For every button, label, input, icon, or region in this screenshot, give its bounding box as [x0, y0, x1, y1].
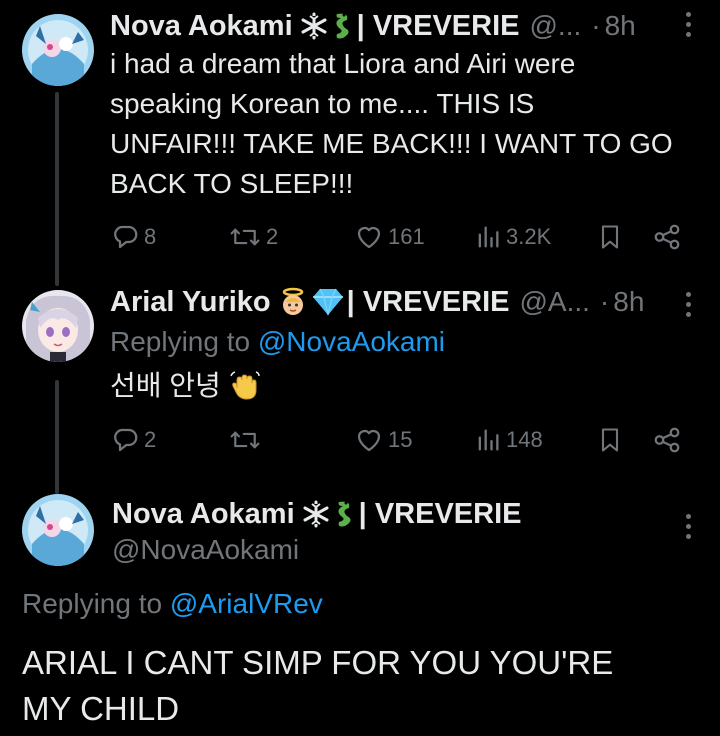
- display-name[interactable]: Arial Yuriko: [110, 286, 271, 319]
- bookmark-icon: [601, 225, 619, 249]
- timestamp[interactable]: 8h: [613, 286, 644, 318]
- dragon-emoji-icon: [333, 498, 357, 530]
- tweet-3-focused[interactable]: Nova Aokami | VREVERIE @NovaAokami Reply…: [0, 480, 720, 736]
- action-bar: 2 15 148: [110, 420, 690, 460]
- replying-to-link[interactable]: @ArialVRev: [170, 588, 323, 619]
- more-options-icon[interactable]: [686, 292, 692, 317]
- separator-dot: ·: [591, 10, 601, 41]
- handle-line: @NovaAokami: [112, 530, 696, 570]
- snowflake-emoji-icon: [299, 11, 329, 41]
- avatar-arial[interactable]: [22, 290, 94, 362]
- handle[interactable]: @NovaAokami: [112, 534, 299, 565]
- like-button[interactable]: 15: [354, 420, 412, 460]
- retweet-count: 2: [266, 224, 279, 249]
- heart-icon: [357, 429, 381, 452]
- timestamp[interactable]: 8h: [605, 10, 636, 42]
- angel-emoji-icon: [277, 286, 309, 318]
- like-button[interactable]: 161: [354, 217, 425, 257]
- more-options-icon[interactable]: [686, 12, 692, 37]
- handle[interactable]: @A...: [519, 286, 589, 318]
- thread-line-top: [55, 270, 59, 286]
- view-count: 148: [506, 427, 543, 452]
- separator-dot: ·: [599, 286, 610, 317]
- tweet-header: Nova Aokami | VREVERIE: [112, 494, 696, 534]
- tweet-header: Nova Aokami | VREVERIE @... · 8h: [110, 6, 696, 46]
- tweet-2[interactable]: Arial Yuriko | VREVERIE @A... · 8h Reply…: [0, 270, 720, 494]
- thread-line: [55, 92, 59, 284]
- replying-to-label: Replying to: [110, 326, 251, 357]
- thread-line-top: [55, 480, 59, 490]
- retweet-icon: [230, 431, 260, 449]
- snowflake-emoji-icon: [301, 499, 331, 529]
- tweet-text: 선배 안녕: [110, 366, 696, 406]
- reply-count: 8: [144, 224, 157, 249]
- display-name[interactable]: Nova Aokami: [110, 10, 293, 43]
- share-button[interactable]: [652, 217, 682, 257]
- tweet-text-korean: 선배 안녕: [110, 370, 221, 401]
- thread-line: [55, 380, 59, 494]
- views-chart-icon: [478, 226, 499, 248]
- view-count: 3.2K: [506, 224, 552, 249]
- tweet-header: Arial Yuriko | VREVERIE @A... · 8h: [110, 282, 696, 322]
- share-button[interactable]: [652, 420, 682, 460]
- share-icon: [654, 224, 680, 250]
- tweet-1[interactable]: Nova Aokami | VREVERIE @... · 8h i had a…: [0, 0, 720, 284]
- tweet-text-line: UNFAIR!!! TAKE ME BACK!!! I WANT TO GO: [110, 128, 673, 159]
- bookmark-button[interactable]: [596, 420, 624, 460]
- handle[interactable]: @...: [529, 10, 581, 42]
- tweet-text-line: MY CHILD: [22, 690, 180, 727]
- replying-to-line: Replying to @ArialVRev: [22, 584, 696, 624]
- bookmark-button[interactable]: [596, 217, 624, 257]
- tweet-text-line: i had a dream that Liora and Airi were: [110, 48, 576, 79]
- avatar-nova[interactable]: [22, 494, 94, 566]
- retweet-button[interactable]: [228, 420, 266, 460]
- affiliation: | VREVERIE: [346, 285, 510, 318]
- retweet-button[interactable]: 2: [228, 217, 278, 257]
- retweet-icon: [230, 228, 260, 246]
- avatar-nova[interactable]: [22, 14, 94, 86]
- reply-icon: [114, 225, 138, 249]
- tweet-text-line: speaking Korean to me.... THIS IS: [110, 88, 535, 119]
- reply-count: 2: [144, 427, 157, 452]
- heart-icon: [357, 226, 381, 249]
- views-button[interactable]: 3.2K: [474, 217, 551, 257]
- reply-button[interactable]: 2: [110, 420, 156, 460]
- replying-to-link[interactable]: @NovaAokami: [258, 326, 445, 357]
- views-button[interactable]: 148: [474, 420, 543, 460]
- share-icon: [654, 427, 680, 453]
- bookmark-icon: [601, 428, 619, 452]
- reply-button[interactable]: 8: [110, 217, 156, 257]
- waving-hand-emoji-icon: [229, 370, 261, 402]
- display-name[interactable]: Nova Aokami: [112, 498, 295, 531]
- like-count: 15: [388, 427, 413, 452]
- replying-to-label: Replying to: [22, 588, 163, 619]
- tweet-text-line: ARIAL I CANT SIMP FOR YOU YOU'RE: [22, 644, 614, 681]
- tweet-text: i had a dream that Liora and Airi were s…: [110, 44, 696, 204]
- views-chart-icon: [478, 429, 499, 451]
- like-count: 161: [388, 224, 425, 249]
- more-options-icon[interactable]: [686, 514, 692, 539]
- action-bar: 8 2 161 3.2K: [110, 217, 690, 257]
- tweet-text: ARIAL I CANT SIMP FOR YOU YOU'RE MY CHIL…: [22, 640, 696, 732]
- gem-emoji-icon: [311, 287, 345, 317]
- reply-icon: [114, 428, 138, 452]
- affiliation: | VREVERIE: [358, 497, 522, 530]
- replying-to-line: Replying to @NovaAokami: [110, 322, 696, 362]
- affiliation: | VREVERIE: [356, 9, 520, 42]
- dragon-emoji-icon: [331, 10, 355, 42]
- tweet-text-line: BACK TO SLEEP!!!: [110, 168, 354, 199]
